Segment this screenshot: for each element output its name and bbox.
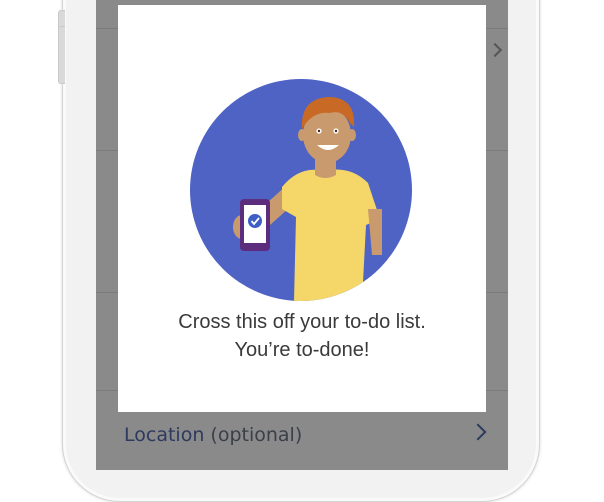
dialog-message-line1: Cross this off your to-do list. xyxy=(178,311,426,333)
dialog-message-line2: You’re to-done! xyxy=(234,339,370,361)
chevron-right-icon xyxy=(487,42,503,58)
phone-volume-button xyxy=(58,26,65,84)
chevron-right-icon[interactable] xyxy=(469,423,487,441)
location-optional-hint: (optional) xyxy=(210,424,303,446)
location-label-text: Location xyxy=(124,424,205,446)
location-row[interactable]: Location (optional) xyxy=(96,414,508,470)
person-holding-phone-checkmark-icon xyxy=(190,79,412,301)
location-label: Location (optional) xyxy=(124,424,302,446)
completion-dialog: Cross this off your to-do list. You’re t… xyxy=(118,5,486,412)
